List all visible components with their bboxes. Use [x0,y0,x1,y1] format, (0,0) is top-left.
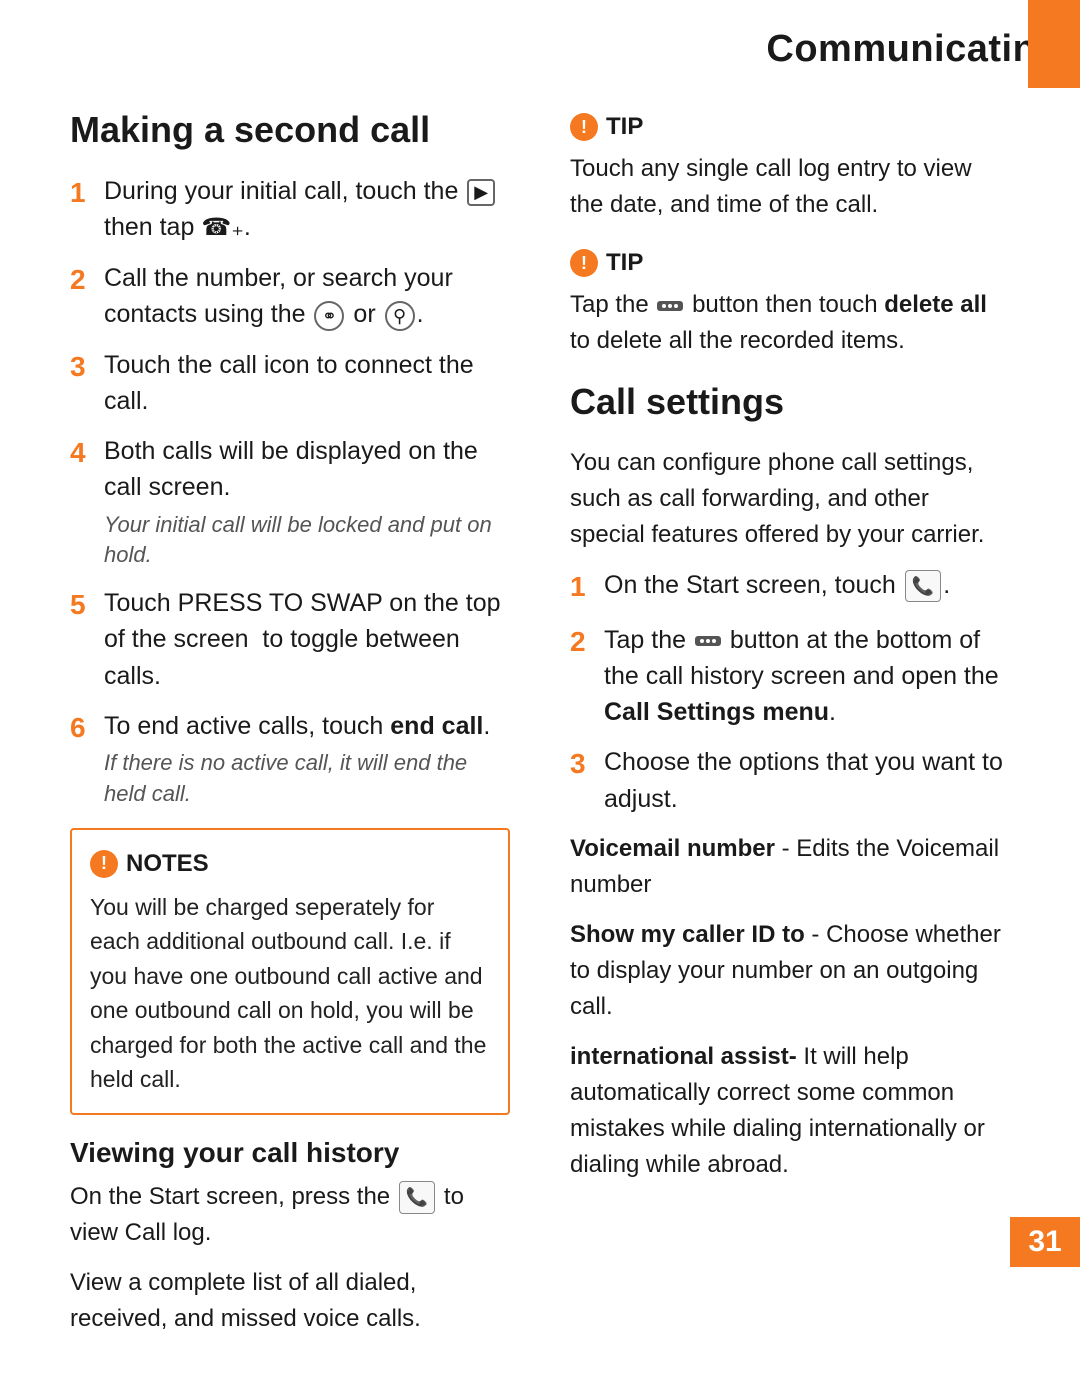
tip2-label: TIP [606,245,643,281]
call-settings-title: Call settings [570,381,1010,423]
cs-step-3-text: Choose the options that you want to adju… [604,744,1010,817]
making-second-call-steps: 1 During your initial call, touch the ▶ … [70,173,510,810]
tip1-label: TIP [606,109,643,145]
tip2-text: Tap the button then touch delete all to … [570,291,987,354]
step-3: 3 Touch the call icon to connect the cal… [70,347,510,420]
notes-text: You will be charged seperately for each … [90,894,486,1093]
step-1: 1 During your initial call, touch the ▶ … [70,173,510,246]
tip1-box: ! TIP Touch any single call log entry to… [570,109,1010,223]
viewing-call-history-para1: On the Start screen, press the 📞 to view… [70,1179,510,1251]
phone-icon-2: 📞 [905,570,941,602]
left-column: Making a second call 1 During your initi… [70,109,510,1351]
contacts-icon: ⚭ [314,301,344,331]
step-5-text: Touch PRESS TO SWAP on the top of the sc… [104,585,510,694]
caller-id-option: Show my caller ID to - Choose whether to… [570,917,1010,1025]
viewing-call-history-para2: View a complete list of all dialed, rece… [70,1265,510,1337]
notes-header: ! NOTES [90,846,490,882]
phone-icon: 📞 [399,1181,435,1214]
tip1-text: Touch any single call log entry to view … [570,155,972,218]
notes-label: NOTES [126,846,209,882]
step-3-text: Touch the call icon to connect the call. [104,347,510,420]
menu-dots-icon [657,301,683,311]
end-call-bold: end call [390,712,483,740]
tip1-header: ! TIP [570,109,1010,145]
intl-assist-option: international assist- It will help autom… [570,1039,1010,1183]
search-icon: ⚲ [385,301,415,331]
call-settings-steps: 1 On the Start screen, touch 📞. 2 Tap th… [570,567,1010,817]
step-2: 2 Call the number, or search your contac… [70,260,510,333]
notes-icon: ! [90,850,118,878]
cs-step-2: 2 Tap the button at the bottom of the ca… [570,622,1010,731]
right-column: ! TIP Touch any single call log entry to… [570,109,1010,1351]
delete-all-bold: delete all [884,291,987,318]
notes-box: ! NOTES You will be charged seperately f… [70,828,510,1115]
menu-dots-icon-2 [695,636,721,646]
tip2-box: ! TIP Tap the button then touch delete a… [570,245,1010,359]
voicemail-bold: Voicemail number [570,835,775,862]
tip2-icon: ! [570,249,598,277]
call-settings-intro: You can configure phone call settings, s… [570,445,1010,553]
tip1-icon: ! [570,113,598,141]
tip2-header: ! TIP [570,245,1010,281]
viewing-call-history-title: Viewing your call history [70,1137,510,1169]
menu-icon: ▶ [467,179,495,207]
making-second-call-title: Making a second call [70,109,510,151]
step-6: 6 To end active calls, touch end call. I… [70,708,510,810]
cs-step-1: 1 On the Start screen, touch 📞. [570,567,1010,608]
step-4: 4 Both calls will be displayed on the ca… [70,433,510,571]
intl-assist-bold: international assist- [570,1043,797,1070]
step-5: 5 Touch PRESS TO SWAP on the top of the … [70,585,510,694]
page-number: 31 [1010,1217,1080,1267]
step-6-sub: If there is no active call, it will end … [104,748,510,810]
call-settings-menu-bold: Call Settings menu [604,698,829,726]
page-header: Communicating [0,0,1080,89]
main-content: Making a second call 1 During your initi… [0,89,1080,1391]
caller-id-bold: Show my caller ID to [570,921,805,948]
cs-step-3: 3 Choose the options that you want to ad… [570,744,1010,817]
voicemail-option: Voicemail number - Edits the Voicemail n… [570,831,1010,903]
step-4-sub: Your initial call will be locked and put… [104,510,510,572]
header-orange-bar [1028,0,1080,88]
